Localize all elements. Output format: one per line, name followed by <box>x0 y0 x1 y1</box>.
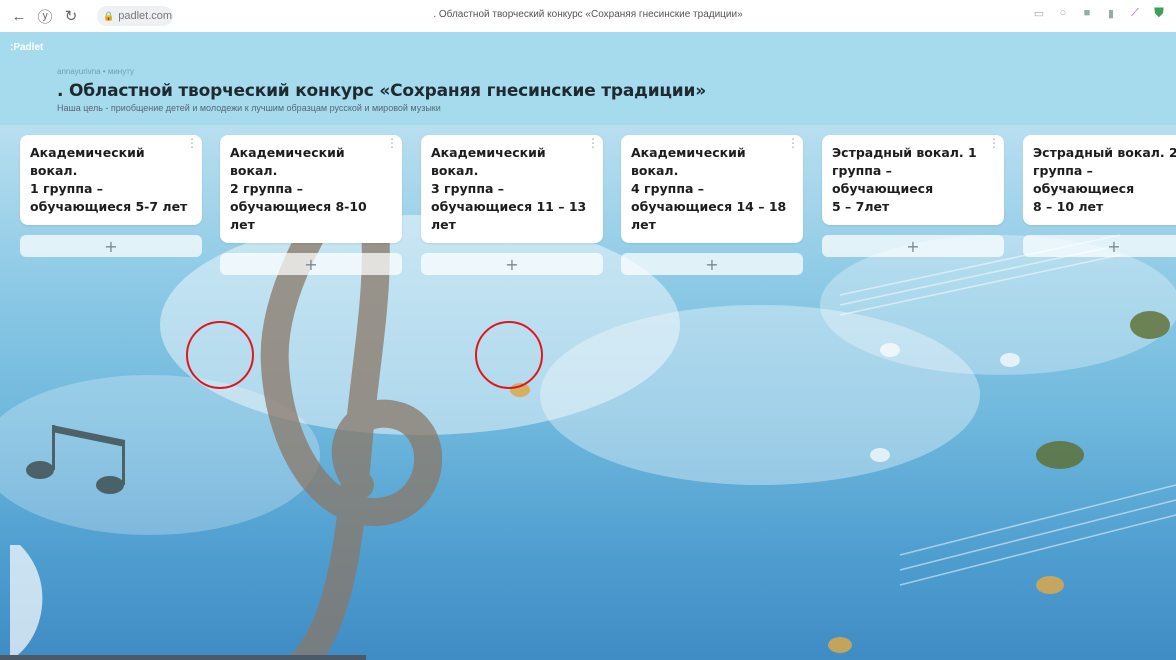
column-4: Академический вокал. 4 группа – обучающи… <box>621 135 803 275</box>
pen-icon[interactable]: ⟋ <box>1128 6 1142 20</box>
column-header[interactable]: Академический вокал. 2 группа – обучающи… <box>220 135 402 243</box>
column-header[interactable]: Эстрадный вокал. 2 группа – обучающиеся … <box>1023 135 1176 225</box>
column-1: Академический вокал. 1 группа – обучающи… <box>20 135 202 257</box>
column-title: Академический вокал. 1 группа – обучающи… <box>30 145 188 214</box>
add-post-button[interactable]: + <box>822 235 1004 257</box>
copy-icon[interactable]: ▭ <box>1032 6 1046 20</box>
annotation-circle <box>475 321 543 389</box>
kebab-menu-icon[interactable]: ⋮ <box>587 137 599 149</box>
column-title: Академический вокал. 2 группа – обучающи… <box>230 145 367 232</box>
search-icon[interactable]: ○ <box>1056 6 1070 20</box>
board-description: Наша цель - приобщение детей и молодежи … <box>57 103 441 113</box>
horizontal-scrollbar[interactable] <box>0 655 366 660</box>
page-tab-title: . Областной творческий конкурс «Сохраняя… <box>433 9 743 20</box>
annotation-circle <box>186 321 254 389</box>
column-header[interactable]: Академический вокал. 1 группа – обучающи… <box>20 135 202 225</box>
padlet-logo[interactable]: :Padlet <box>10 42 43 53</box>
column-3: Академический вокал. 3 группа – обучающи… <box>421 135 603 275</box>
add-post-button[interactable]: + <box>421 253 603 275</box>
kebab-menu-icon[interactable]: ⋮ <box>186 137 198 149</box>
bookmark-icon[interactable]: ▮ <box>1104 6 1118 20</box>
add-post-button[interactable]: + <box>220 253 402 275</box>
add-post-button[interactable]: + <box>1023 235 1176 257</box>
kebab-menu-icon[interactable]: ⋮ <box>787 137 799 149</box>
shield-icon[interactable]: ⛊ <box>1152 5 1166 20</box>
browser-toolbar: ← ⓨ ↻ 🔒 padlet.com . Областной творчески… <box>0 0 1176 32</box>
column-header[interactable]: Академический вокал. 4 группа – обучающи… <box>621 135 803 243</box>
browser-actions: ▭ ○ ■ ▮ ⟋ ⛊ <box>1032 5 1166 20</box>
chat-icon[interactable]: ■ <box>1080 6 1094 20</box>
column-5: Эстрадный вокал. 1 группа – обучающиеся … <box>822 135 1004 257</box>
kebab-menu-icon[interactable]: ⋮ <box>386 137 398 149</box>
column-title: Академический вокал. 3 группа – обучающи… <box>431 145 587 232</box>
kebab-menu-icon[interactable]: ⋮ <box>988 137 1000 149</box>
column-2: Академический вокал. 2 группа – обучающи… <box>220 135 402 275</box>
add-post-button[interactable]: + <box>621 253 803 275</box>
author-meta: annayurivna • минуту <box>57 67 134 76</box>
column-header[interactable]: Эстрадный вокал. 1 группа – обучающиеся … <box>822 135 1004 225</box>
board-title: . Областной творческий конкурс «Сохраняя… <box>57 81 707 101</box>
padlet-header: :Padlet annayurivna • минуту . Областной… <box>0 32 1176 125</box>
column-6: Эстрадный вокал. 2 группа – обучающиеся … <box>1023 135 1176 257</box>
add-post-button[interactable]: + <box>20 235 202 257</box>
column-header[interactable]: Академический вокал. 3 группа – обучающи… <box>421 135 603 243</box>
column-title: Эстрадный вокал. 2 группа – обучающиеся … <box>1033 145 1176 214</box>
column-title: Академический вокал. 4 группа – обучающи… <box>631 145 787 232</box>
column-title: Эстрадный вокал. 1 группа – обучающиеся … <box>832 145 977 214</box>
